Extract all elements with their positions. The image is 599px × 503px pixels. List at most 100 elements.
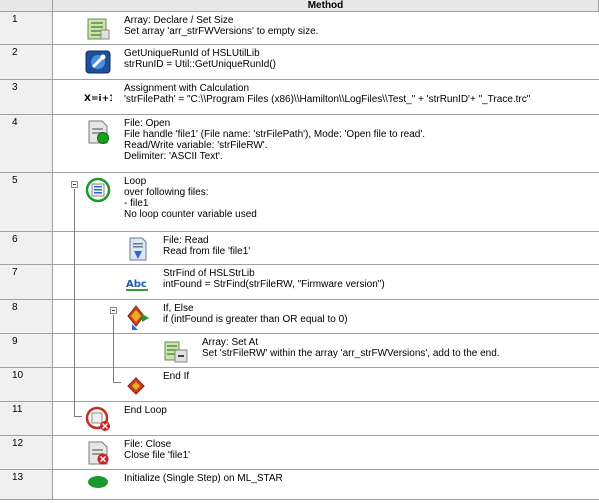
row-number-header — [0, 0, 53, 12]
step-title: File: Read — [163, 235, 209, 246]
end-if-icon — [124, 372, 152, 398]
step-row[interactable]: 7 Abc StrFind of HSLStrLib intFound = StrFi… — [0, 265, 599, 300]
step-description: End If — [163, 371, 189, 382]
loop-tree-line — [74, 189, 75, 417]
step-title: StrFind of HSLStrLib — [163, 268, 255, 279]
step-row[interactable]: 9 Array: Set At Set 'strFileRW' within the… — [0, 334, 599, 368]
step-description: Assignment with Calculation'strFilePath'… — [124, 83, 530, 105]
row-number: 9 — [12, 336, 18, 347]
step-detail-line: strRunID = Util::GetUniqueRunId() — [124, 59, 277, 70]
step-detail-line: if (intFound is greater than OR equal to… — [163, 314, 348, 325]
row-number: 4 — [12, 117, 18, 128]
step-description: End Loop — [124, 405, 167, 416]
step-description: File: Read Read from file 'file1' — [163, 235, 250, 257]
step-title: Initialize (Single Step) on ML_STAR — [124, 473, 283, 484]
step-title: End If — [163, 371, 190, 382]
row-number-cell: 10 — [0, 368, 53, 401]
step-row[interactable]: 10 End If — [0, 368, 599, 402]
row-number-cell: 5 — [0, 173, 53, 231]
step-title: Array: Declare / Set Size — [124, 15, 234, 26]
if-else-icon — [124, 304, 152, 330]
step-row[interactable]: 2 GetUniqueRunId of HSLUtilLib strRunID = … — [0, 45, 599, 80]
row-number-cell: 6 — [0, 232, 53, 264]
step-detail-line: File handle 'file1' (File name: 'strFile… — [124, 129, 426, 140]
row-number-cell: 13 — [0, 470, 53, 499]
step-title: GetUniqueRunId of HSLUtilLib — [124, 48, 260, 59]
step-row[interactable]: 6 File: Read Read from file 'file1' — [0, 232, 599, 265]
row-number: 11 — [12, 404, 23, 415]
file-read-icon — [124, 236, 152, 262]
method-column-header[interactable]: Method — [53, 0, 599, 12]
step-description: Initialize (Single Step) on ML_STAR — [124, 473, 283, 484]
step-row[interactable]: 11 End Loop — [0, 402, 599, 436]
row-number-cell: 4 — [0, 115, 53, 172]
step-description: GetUniqueRunId of HSLUtilLib strRunID = U… — [124, 48, 276, 70]
step-detail-line: Delimiter: 'ASCII Text'. — [124, 151, 223, 162]
if-tree-line — [113, 315, 114, 383]
initialize-icon — [84, 474, 112, 500]
step-detail-line: Set array 'arr_strFWVersions' to empty s… — [124, 26, 319, 37]
step-description: File: Open File handle 'file1' (File name… — [124, 118, 425, 162]
row-number-cell: 2 — [0, 45, 53, 79]
file-open-icon — [84, 119, 112, 145]
assignment-calc-icon: X=i+1 — [84, 84, 115, 110]
step-description: If, Else if (intFound is greater than OR … — [163, 303, 348, 325]
step-row[interactable]: 3 X=i+1 Assignment with Calculation'strFil… — [0, 80, 599, 115]
row-number-cell: 1 — [0, 12, 53, 44]
step-detail-line: intFound = StrFind(strFileRW, "Firmware … — [163, 279, 385, 290]
loop-tree-end-tick — [74, 416, 82, 417]
step-detail-line: 'strFilePath' = "C:\\Program Files (x86)… — [124, 94, 531, 105]
step-detail-line: Read from file 'file1' — [163, 246, 251, 257]
step-title: File: Close — [124, 439, 172, 450]
row-number-cell: 11 — [0, 402, 53, 435]
row-number: 8 — [12, 302, 18, 313]
step-row[interactable]: 8 If, Else if (intFound is greater than OR… — [0, 300, 599, 334]
if-collapse-toggle[interactable] — [110, 307, 117, 314]
hsl-util-lib-icon — [84, 49, 112, 75]
step-description: Array: Declare / Set Size Set array 'arr_… — [124, 15, 318, 37]
row-number: 7 — [12, 267, 18, 278]
row-number-cell: 8 — [0, 300, 53, 333]
row-number: 5 — [12, 175, 18, 186]
svg-text:Abc: Abc — [126, 279, 147, 290]
step-detail-line: Set 'strFileRW' within the array 'arr_st… — [202, 348, 500, 359]
strfind-icon: Abc — [124, 269, 152, 295]
svg-text:X=i+1: X=i+1 — [84, 94, 112, 104]
step-title: If, Else — [163, 303, 194, 314]
step-title: Array: Set At — [202, 337, 259, 348]
row-number-cell: 12 — [0, 436, 53, 469]
array-declare-icon — [84, 16, 112, 42]
step-title: Loop — [124, 176, 147, 187]
step-row[interactable]: 12 File: Close Close file 'file1' — [0, 436, 599, 470]
step-description: StrFind of HSLStrLib intFound = StrFind(s… — [163, 268, 385, 290]
row-number: 2 — [12, 47, 18, 58]
row-number: 6 — [12, 234, 18, 245]
step-detail-line: over following files: — [124, 187, 209, 198]
step-row[interactable]: 4 File: Open File handle 'file1' (File nam… — [0, 115, 599, 173]
row-number: 10 — [12, 370, 24, 381]
row-number-cell: 3 — [0, 80, 53, 114]
method-grid: Method 1 Array: Declare / Set Size Set arr… — [0, 0, 599, 500]
step-detail-line: - file1 — [124, 198, 149, 209]
row-number: 1 — [12, 14, 18, 25]
step-description: Loop over following files: - file1 No loop … — [124, 176, 257, 220]
if-tree-end-tick — [113, 382, 121, 383]
array-set-at-icon — [162, 338, 190, 364]
step-detail-line: Close file 'file1' — [124, 450, 191, 461]
step-detail-line: No loop counter variable used — [124, 209, 257, 220]
row-number: 12 — [12, 438, 24, 449]
step-title: End Loop — [124, 405, 167, 416]
row-number: 3 — [12, 82, 18, 93]
step-description: Array: Set At Set 'strFileRW' within the … — [202, 337, 500, 359]
loop-icon — [84, 177, 112, 203]
step-detail-line: Read/Write variable: 'strFileRW'. — [124, 140, 268, 151]
step-title: Assignment with Calculation — [124, 83, 250, 94]
step-row[interactable]: 5 Loop over following files: - file1 No loop… — [0, 173, 599, 232]
row-number-cell: 9 — [0, 334, 53, 367]
step-row[interactable]: 1 Array: Declare / Set Size Set array 'arr… — [0, 12, 599, 45]
step-row[interactable]: 13 Initialize (Single Step) on ML_STAR — [0, 470, 599, 500]
row-number: 13 — [12, 472, 24, 483]
row-number-cell: 7 — [0, 265, 53, 299]
loop-collapse-toggle[interactable] — [71, 181, 78, 188]
end-loop-icon — [84, 406, 112, 432]
